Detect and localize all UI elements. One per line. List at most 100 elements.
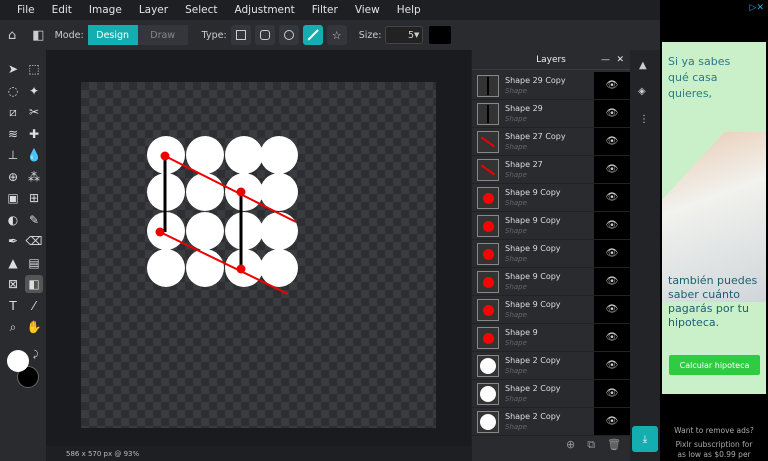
layer-row[interactable]: Shape 9 Copy Shape 👁: [472, 268, 630, 296]
visibility-eye-icon[interactable]: 👁: [594, 380, 630, 407]
color-replace-tool-icon[interactable]: ◐: [4, 211, 22, 229]
menu-edit[interactable]: Edit: [52, 4, 72, 16]
visibility-eye-icon[interactable]: 👁: [594, 184, 630, 211]
canvas-area: [46, 50, 471, 446]
white-dot-thumb: [480, 386, 496, 402]
hand-tool-icon[interactable]: ✋: [25, 318, 43, 336]
menu-image[interactable]: Image: [89, 4, 122, 16]
layer-row[interactable]: Shape 29 Copy Shape 👁: [472, 72, 630, 100]
text-tool-icon[interactable]: T: [4, 297, 22, 315]
visibility-eye-icon[interactable]: 👁: [594, 156, 630, 183]
home-icon[interactable]: ⌂: [8, 28, 16, 43]
layers-panel: Layers — ✕ Shape 29 Copy Shape 👁 Shape 29 Sh…: [472, 50, 630, 461]
swap-colors-icon[interactable]: ⤸: [33, 350, 38, 360]
layer-name: Shape 27: [505, 160, 543, 169]
shape-icon[interactable]: ◧: [32, 28, 44, 43]
duplicate-layer-icon[interactable]: ⧉: [587, 438, 595, 452]
layer-row[interactable]: Shape 2 Copy Shape 👁: [472, 352, 630, 380]
layer-row[interactable]: Shape 2 Copy Shape 👁: [472, 380, 630, 408]
ellipse-type-button[interactable]: [278, 25, 299, 45]
layer-actions: ⊕ ⧉ 🗑: [566, 438, 621, 452]
zoom-tool-icon[interactable]: ⌕: [4, 318, 22, 336]
menu-select[interactable]: Select: [185, 4, 217, 16]
red-dot-thumb: [482, 248, 494, 260]
visibility-eye-icon[interactable]: 👁: [594, 100, 630, 127]
download-button[interactable]: ⤓: [632, 426, 658, 452]
layer-row[interactable]: Shape 9 Shape 👁: [472, 324, 630, 352]
layer-row[interactable]: Shape 27 Copy Shape 👁: [472, 128, 630, 156]
visibility-eye-icon[interactable]: 👁: [594, 296, 630, 323]
visibility-eye-icon[interactable]: 👁: [594, 352, 630, 379]
sponge-tool-icon[interactable]: ⊕: [4, 168, 22, 186]
layer-thumbnail: [477, 75, 499, 97]
layer-type: Shape: [505, 255, 527, 263]
trash-icon[interactable]: 🗑: [607, 438, 621, 452]
ad-banner[interactable]: Si ya sabes qué casa quieres, también pu…: [662, 42, 766, 394]
brush-tool-icon[interactable]: ✎: [25, 211, 43, 229]
eraser-tool-icon[interactable]: ⌫: [25, 232, 43, 250]
lasso-tool-icon[interactable]: ◌: [4, 82, 22, 100]
visibility-eye-icon[interactable]: 👁: [594, 268, 630, 295]
layer-name: Shape 9 Copy: [505, 188, 561, 197]
visibility-eye-icon[interactable]: 👁: [594, 408, 630, 435]
crop-tool-icon[interactable]: ⧄: [4, 103, 22, 121]
line-type-button[interactable]: [302, 25, 323, 45]
white-circle: [260, 212, 298, 250]
cut-tool-icon[interactable]: ✂: [25, 103, 43, 121]
subscription-link[interactable]: Pixlr subscription for as low as $0.99 p…: [672, 440, 756, 460]
gradient-tool-icon[interactable]: ▤: [25, 254, 43, 272]
marquee-tool-icon[interactable]: ⬚: [25, 60, 43, 78]
design-mode-button[interactable]: Design: [87, 25, 138, 45]
image-canvas[interactable]: [81, 82, 436, 428]
layer-row[interactable]: Shape 29 Shape 👁: [472, 100, 630, 128]
menu-view[interactable]: View: [355, 4, 380, 16]
ad-cta-button[interactable]: Calcular hipoteca: [669, 355, 760, 375]
visibility-eye-icon[interactable]: 👁: [594, 72, 630, 99]
layer-row[interactable]: Shape 27 Shape 👁: [472, 156, 630, 184]
layer-row[interactable]: Shape 2 Copy Shape 👁: [472, 408, 630, 436]
rounded-rect-type-button[interactable]: [254, 25, 275, 45]
close-icon[interactable]: ✕: [616, 55, 624, 65]
side-panel: ▲ ◈ ⋮ ⤓: [630, 50, 660, 461]
minimize-icon[interactable]: —: [601, 55, 610, 65]
ad-choices-icon[interactable]: ▷✕: [750, 3, 764, 13]
layer-row[interactable]: Shape 9 Copy Shape 👁: [472, 212, 630, 240]
navigator-icon[interactable]: ▲: [639, 60, 647, 71]
wand-tool-icon[interactable]: ✦: [25, 82, 43, 100]
liquify-tool-icon[interactable]: ≋: [4, 125, 22, 143]
layer-row[interactable]: Shape 9 Copy Shape 👁: [472, 184, 630, 212]
add-layer-icon[interactable]: ⊕: [566, 438, 575, 452]
menu-file[interactable]: File: [17, 4, 35, 16]
red-dot-thumb: [482, 276, 494, 288]
stamp-tool-icon[interactable]: ⊥: [4, 146, 22, 164]
size-dropdown[interactable]: 5 ▼: [385, 26, 424, 44]
draw-mode-button[interactable]: Draw: [137, 25, 188, 45]
pen-tool-icon[interactable]: ✒: [4, 232, 22, 250]
move-tool-icon[interactable]: ➤: [4, 60, 22, 78]
grid-tool-icon[interactable]: ⊞: [25, 189, 43, 207]
visibility-eye-icon[interactable]: 👁: [594, 240, 630, 267]
color-swatch[interactable]: [429, 26, 452, 44]
heal-tool-icon[interactable]: ✚: [25, 125, 43, 143]
visibility-eye-icon[interactable]: 👁: [594, 212, 630, 239]
layer-row[interactable]: Shape 9 Copy Shape 👁: [472, 296, 630, 324]
layers-icon[interactable]: ◈: [638, 86, 646, 97]
visibility-eye-icon[interactable]: 👁: [594, 128, 630, 155]
shape-tool-icon[interactable]: ◧: [25, 275, 43, 293]
menu-filter[interactable]: Filter: [312, 4, 338, 16]
picker-tool-icon[interactable]: ⁄: [25, 297, 43, 315]
foreground-color-swatch[interactable]: [7, 350, 29, 372]
rectangle-type-button[interactable]: [230, 25, 251, 45]
eraser-bg-tool-icon[interactable]: ▣: [4, 189, 22, 207]
frame-tool-icon[interactable]: ⊠: [4, 275, 22, 293]
menu-help[interactable]: Help: [397, 4, 421, 16]
history-icon[interactable]: ⋮: [639, 114, 649, 125]
layer-row[interactable]: Shape 9 Copy Shape 👁: [472, 240, 630, 268]
menu-layer[interactable]: Layer: [139, 4, 168, 16]
fill-tool-icon[interactable]: ▲: [4, 254, 22, 272]
menu-adjustment[interactable]: Adjustment: [235, 4, 295, 16]
visibility-eye-icon[interactable]: 👁: [594, 324, 630, 351]
dodge-tool-icon[interactable]: ⁂: [25, 168, 43, 186]
polygon-type-button[interactable]: ☆: [326, 25, 347, 45]
blur-tool-icon[interactable]: 💧: [25, 146, 43, 164]
